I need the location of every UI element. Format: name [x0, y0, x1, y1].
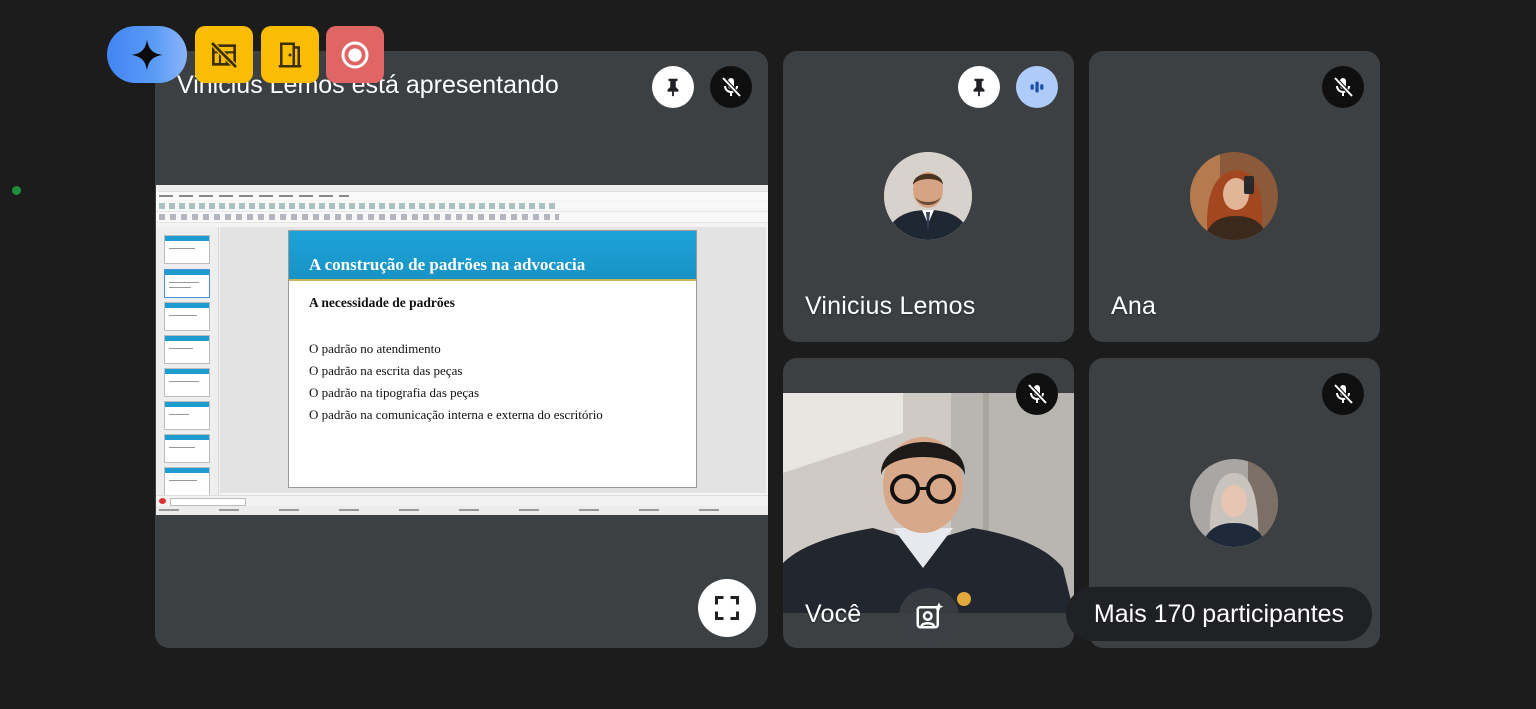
slide-thumbnail — [164, 434, 210, 463]
status-dot — [12, 186, 21, 195]
mic-off-button[interactable] — [710, 66, 752, 108]
app-status-bar — [156, 506, 768, 515]
audio-level-icon — [1030, 81, 1044, 93]
more-participants-label: Mais 170 participantes — [1093, 599, 1345, 628]
participant-tile-vinicius[interactable]: Vinicius Lemos — [783, 51, 1074, 342]
app-menu-bar — [156, 192, 768, 200]
slide-bullet: O padrão na escrita das peças — [309, 363, 463, 378]
participant-tile-self[interactable]: Você — [783, 358, 1074, 648]
door-badge[interactable] — [261, 26, 319, 83]
lab-disabled-badge[interactable] — [195, 26, 253, 83]
mic-off-button[interactable] — [1016, 373, 1058, 415]
pin-button[interactable] — [652, 66, 694, 108]
mic-off-icon — [721, 76, 742, 98]
slide-title: A construção de padrões na advocacia — [309, 255, 586, 274]
avatar — [1190, 152, 1278, 240]
gemini-button[interactable] — [107, 26, 187, 83]
find-bar — [156, 495, 768, 506]
slides-panel — [156, 227, 219, 496]
slide-subtitle: A necessidade de padrões — [309, 295, 455, 310]
mic-off-button[interactable] — [1322, 373, 1364, 415]
avatar — [884, 152, 972, 240]
no-lab-icon — [210, 40, 238, 69]
slide-thumbnail — [164, 368, 210, 397]
app-toolbar-2 — [156, 212, 768, 223]
mic-off-icon — [1027, 383, 1048, 405]
pin-icon — [973, 78, 985, 97]
slide-thumbnail — [164, 302, 210, 331]
participant-name: Vinicius Lemos — [805, 292, 976, 320]
participant-name: Você — [805, 600, 862, 628]
shared-screen: A construção de padrões na advocacia A n… — [156, 185, 768, 515]
notification-dot — [957, 592, 971, 606]
slide-thumbnail — [164, 401, 210, 430]
self-video — [783, 393, 1074, 613]
participant-tile-ana[interactable]: Ana — [1089, 51, 1380, 342]
mic-off-icon — [1333, 76, 1354, 98]
mic-off-icon — [1333, 383, 1354, 405]
slide-thumbnail — [164, 235, 210, 264]
slide-bullet: O padrão na comunicação interna e extern… — [309, 407, 603, 422]
portrait-sparkle-icon — [916, 602, 944, 629]
app-toolbar — [156, 201, 768, 212]
record-icon — [341, 41, 369, 68]
gemini-sparkle-icon — [131, 38, 163, 71]
more-participants-button[interactable]: Mais 170 participantes — [1066, 587, 1372, 641]
mic-off-button[interactable] — [1322, 66, 1364, 108]
slide: A construção de padrões na advocacia A n… — [288, 230, 697, 488]
recording-badge[interactable] — [326, 26, 384, 83]
speaking-indicator — [1016, 66, 1058, 108]
fullscreen-icon — [714, 595, 740, 621]
fullscreen-button[interactable] — [698, 579, 756, 637]
avatar — [1190, 459, 1278, 547]
slide-thumbnail — [164, 335, 210, 364]
slide-thumbnail — [164, 467, 210, 496]
pin-button[interactable] — [958, 66, 1000, 108]
slide-thumbnail — [164, 269, 210, 298]
slide-bullet: O padrão no atendimento — [309, 341, 441, 356]
app-title-bar — [158, 185, 768, 192]
visual-effects-button[interactable] — [899, 588, 959, 644]
participant-name: Ana — [1111, 292, 1157, 320]
pin-icon — [667, 78, 679, 97]
door-icon — [278, 42, 302, 67]
slide-bullet: O padrão na tipografia das peças — [309, 385, 480, 400]
